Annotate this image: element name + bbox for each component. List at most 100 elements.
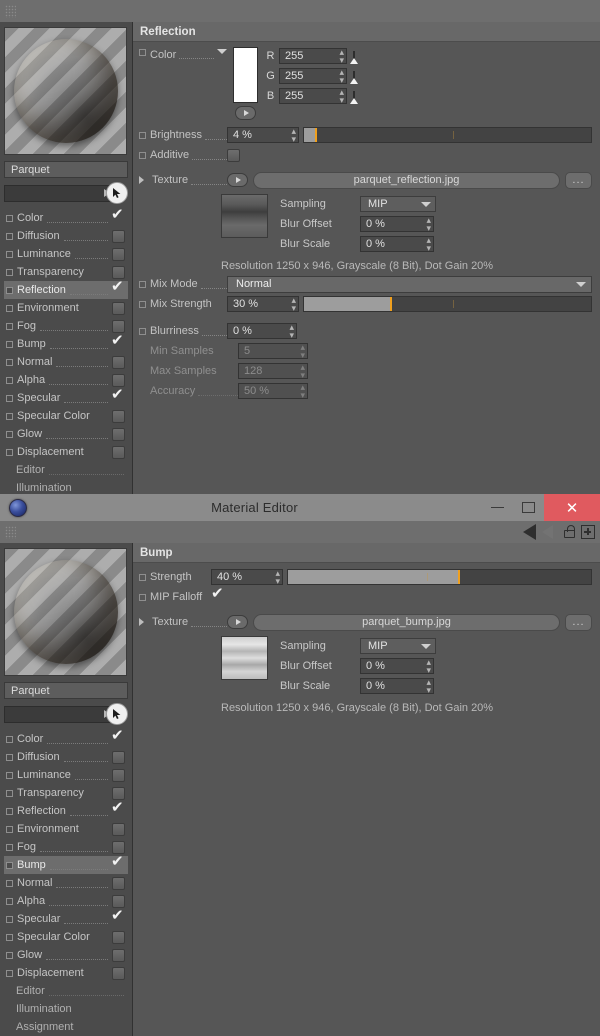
rgb-slider-r[interactable] bbox=[350, 51, 358, 64]
minimize-button[interactable] bbox=[482, 494, 513, 521]
spinner-icon[interactable]: ▴ ▾ bbox=[426, 658, 431, 675]
channel-checkbox[interactable] bbox=[111, 387, 125, 405]
spinner-icon[interactable]: ▴ ▾ bbox=[426, 216, 431, 233]
channel-item-luminance[interactable]: Luminance bbox=[4, 245, 128, 263]
slider-marker[interactable] bbox=[457, 570, 460, 584]
channel-radio-icon[interactable] bbox=[6, 340, 13, 348]
channel-item-environment[interactable]: Environment bbox=[4, 820, 128, 838]
slider-knob[interactable] bbox=[350, 58, 358, 64]
slider-marker[interactable] bbox=[315, 128, 318, 142]
channel-item-bump[interactable]: Bump bbox=[4, 854, 128, 874]
cursor-pick-button[interactable] bbox=[106, 703, 128, 725]
material-preview[interactable] bbox=[4, 27, 127, 155]
material-name-field[interactable]: Parquet bbox=[4, 682, 128, 699]
channel-radio-icon[interactable] bbox=[6, 807, 13, 815]
channel-item-diffusion[interactable]: Diffusion bbox=[4, 748, 128, 766]
mix-strength-slider[interactable] bbox=[303, 296, 592, 312]
channel-radio-icon[interactable] bbox=[6, 933, 13, 941]
texture-expand-button[interactable] bbox=[227, 615, 248, 629]
channel-item-environment[interactable]: Environment bbox=[4, 299, 128, 317]
channel-item-color[interactable]: Color bbox=[4, 207, 128, 227]
spinner-icon[interactable]: ▴ ▾ bbox=[426, 678, 431, 695]
mix-mode-radio-icon[interactable] bbox=[139, 280, 146, 288]
material-name-field[interactable]: Parquet bbox=[4, 161, 128, 178]
back-arrow-icon[interactable] bbox=[523, 524, 536, 540]
channel-checkbox[interactable] bbox=[112, 445, 125, 459]
channel-item-normal[interactable]: Normal bbox=[4, 874, 128, 892]
channel-item-specular-color[interactable]: Specular Color bbox=[4, 928, 128, 946]
channel-item-alpha[interactable]: Alpha bbox=[4, 371, 128, 389]
texture-browse-button[interactable]: ... bbox=[565, 613, 592, 631]
grip-handle-icon[interactable] bbox=[5, 525, 16, 539]
min-samples-input[interactable]: 5 ▴ ▾ bbox=[238, 343, 308, 360]
material-editor-titlebar[interactable]: Material Editor ✕ bbox=[0, 494, 600, 521]
chevron-down-icon[interactable] bbox=[217, 49, 227, 54]
spinner-icon[interactable]: ▴ ▾ bbox=[289, 323, 294, 340]
channel-checkbox[interactable] bbox=[112, 301, 125, 315]
brightness-radio-icon[interactable] bbox=[139, 131, 146, 139]
spinner-icon[interactable]: ▴ ▾ bbox=[339, 47, 344, 64]
channel-item-bump[interactable]: Bump bbox=[4, 333, 128, 353]
channel-radio-icon[interactable] bbox=[6, 232, 13, 240]
blur-scale-input[interactable]: 0 % ▴ ▾ bbox=[360, 678, 434, 695]
channel-radio-icon[interactable] bbox=[6, 753, 13, 761]
channel-checkbox[interactable] bbox=[111, 279, 125, 297]
channel-radio-icon[interactable] bbox=[6, 250, 13, 258]
channel-item-normal[interactable]: Normal bbox=[4, 353, 128, 371]
channel-item-assignment[interactable]: Assignment bbox=[4, 1018, 128, 1036]
mix-strength-input[interactable]: 30 % ▴ ▾ bbox=[227, 296, 299, 313]
rgb-slider-b[interactable] bbox=[350, 91, 358, 104]
rgb-input-r[interactable]: 255 ▴ ▾ bbox=[279, 47, 347, 64]
close-button[interactable]: ✕ bbox=[544, 494, 600, 521]
channel-item-specular[interactable]: Specular bbox=[4, 387, 128, 407]
spinner-icon[interactable]: ▴ ▾ bbox=[339, 67, 344, 84]
strength-input[interactable]: 40 % ▴ ▾ bbox=[211, 569, 283, 586]
channel-checkbox[interactable] bbox=[112, 355, 125, 369]
channel-checkbox[interactable] bbox=[112, 229, 125, 243]
channel-radio-icon[interactable] bbox=[6, 735, 13, 743]
sampling-dropdown[interactable]: MIP bbox=[360, 638, 436, 654]
spinner-icon[interactable]: ▴ ▾ bbox=[275, 569, 280, 586]
channel-radio-icon[interactable] bbox=[6, 268, 13, 276]
channel-radio-icon[interactable] bbox=[6, 879, 13, 887]
texture-path-field[interactable]: parquet_reflection.jpg bbox=[253, 171, 560, 189]
channel-item-specular[interactable]: Specular bbox=[4, 908, 128, 928]
channel-radio-icon[interactable] bbox=[6, 304, 13, 312]
sampling-dropdown[interactable]: MIP bbox=[360, 196, 436, 212]
strength-radio-icon[interactable] bbox=[139, 573, 146, 581]
spinner-icon[interactable]: ▴ ▾ bbox=[426, 236, 431, 253]
channel-radio-icon[interactable] bbox=[6, 412, 13, 420]
channel-radio-icon[interactable] bbox=[6, 448, 13, 456]
texture-browse-button[interactable]: ... bbox=[565, 171, 592, 189]
texture-expand-button[interactable] bbox=[227, 173, 248, 187]
blur-scale-input[interactable]: 0 % ▴ ▾ bbox=[360, 236, 434, 253]
channel-radio-icon[interactable] bbox=[6, 358, 13, 366]
channel-checkbox[interactable] bbox=[111, 800, 125, 818]
channel-radio-icon[interactable] bbox=[6, 843, 13, 851]
channel-radio-icon[interactable] bbox=[6, 951, 13, 959]
channel-checkbox[interactable] bbox=[112, 948, 125, 962]
channel-item-color[interactable]: Color bbox=[4, 728, 128, 748]
slider-knob[interactable] bbox=[350, 98, 358, 104]
spinner-icon[interactable]: ▴ ▾ bbox=[291, 296, 296, 313]
rgb-slider-g[interactable] bbox=[350, 71, 358, 84]
channel-radio-icon[interactable] bbox=[6, 394, 13, 402]
channel-checkbox[interactable] bbox=[112, 247, 125, 261]
channel-checkbox[interactable] bbox=[112, 768, 125, 782]
channel-checkbox[interactable] bbox=[112, 966, 125, 980]
max-samples-input[interactable]: 128 ▴ ▾ bbox=[238, 363, 308, 380]
blurriness-radio-icon[interactable] bbox=[139, 327, 146, 335]
additive-radio-icon[interactable] bbox=[139, 151, 146, 159]
spinner-icon[interactable]: ▴ ▾ bbox=[300, 343, 305, 360]
grip-handle-icon[interactable] bbox=[5, 4, 16, 18]
channel-item-fog[interactable]: Fog bbox=[4, 317, 128, 335]
expand-triangle-icon[interactable] bbox=[139, 618, 149, 626]
slider-marker[interactable] bbox=[390, 297, 393, 311]
channel-radio-icon[interactable] bbox=[6, 430, 13, 438]
blur-offset-input[interactable]: 0 % ▴ ▾ bbox=[360, 216, 434, 233]
channel-item-glow[interactable]: Glow bbox=[4, 425, 128, 443]
texture-path-field[interactable]: parquet_bump.jpg bbox=[253, 613, 560, 631]
brightness-slider[interactable] bbox=[303, 127, 592, 143]
channel-item-transparency[interactable]: Transparency bbox=[4, 784, 128, 802]
channel-checkbox[interactable] bbox=[112, 409, 125, 423]
